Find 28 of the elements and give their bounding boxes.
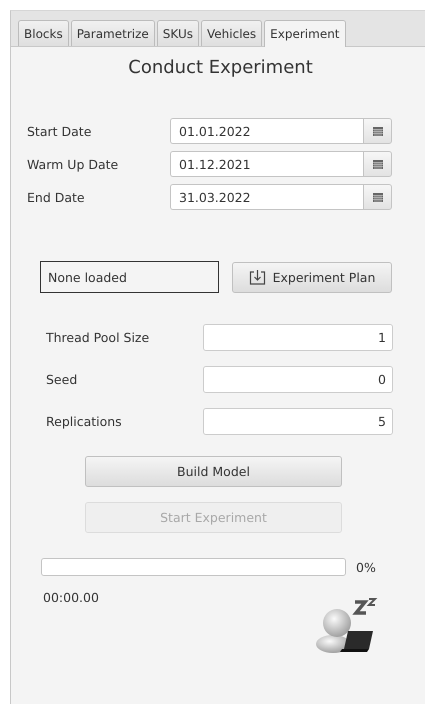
action-button[interactable]: Build Model — [85, 456, 342, 487]
field-label: End Date — [27, 190, 86, 204]
panel-title: Conduct Experiment — [127, 57, 314, 78]
elapsed-time: 00:00.00 — [43, 590, 100, 605]
date-field[interactable]: 31.03.2022 — [170, 184, 363, 210]
calendar-icon[interactable] — [363, 151, 392, 177]
field-label: Replications — [46, 414, 123, 429]
tab[interactable]: SKUs — [156, 20, 199, 46]
sleeping-user-icon — [315, 597, 379, 653]
field-label: Warm Up Date — [27, 156, 120, 172]
progress-reading: 0% — [356, 560, 376, 574]
tab[interactable]: Vehicles — [201, 20, 262, 46]
date-field[interactable]: 01.12.2021 — [170, 151, 363, 177]
import-icon — [248, 269, 266, 285]
date-field[interactable]: 01.01.2022 — [170, 118, 363, 144]
number-field[interactable]: 5 — [203, 408, 393, 435]
experiment-plan-button[interactable]: Experiment Plan — [232, 262, 392, 292]
tab[interactable]: Experiment — [264, 20, 346, 47]
plan-status: None loaded — [40, 261, 219, 293]
calendar-icon[interactable] — [363, 118, 392, 144]
field-label: Start Date — [27, 124, 92, 138]
number-field[interactable]: 0 — [203, 366, 393, 393]
number-field[interactable]: 1 — [203, 324, 393, 351]
calendar-icon[interactable] — [363, 184, 392, 210]
tab[interactable]: Parametrize — [70, 20, 155, 46]
field-label: Seed — [46, 372, 78, 387]
tab[interactable]: Blocks — [18, 20, 69, 46]
field-label: Thread Pool Size — [46, 330, 150, 345]
